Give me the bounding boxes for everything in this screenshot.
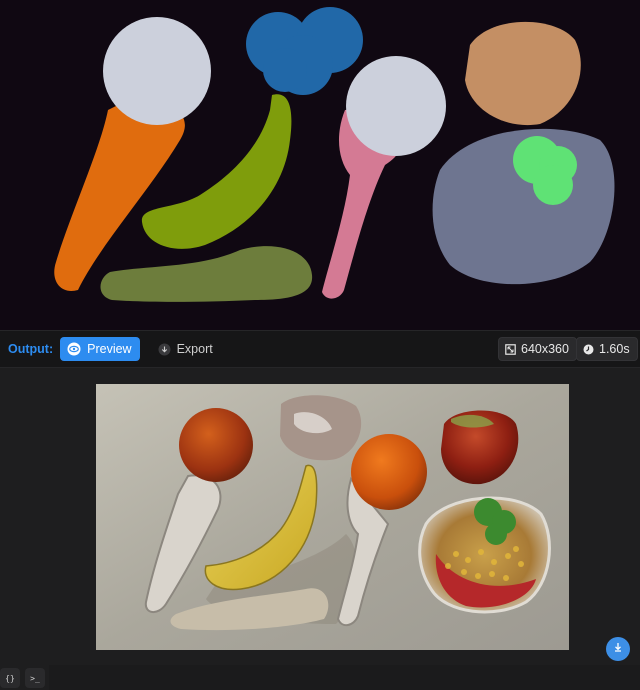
generated-image	[96, 384, 569, 650]
time-value: 1.60s	[599, 342, 630, 356]
download-icon	[158, 343, 171, 356]
segmentation-drawing[interactable]	[0, 0, 640, 330]
json-toggle-button[interactable]: {}	[0, 668, 20, 688]
preview-tab-label: Preview	[87, 342, 132, 356]
output-preview-area	[0, 369, 640, 665]
left-orange	[179, 408, 253, 482]
download-button[interactable]	[606, 637, 630, 661]
preview-tab[interactable]: Preview	[60, 337, 140, 361]
clock-icon	[583, 344, 594, 355]
app-window: Output: Preview Export 640x360 1.60s {} …	[0, 0, 640, 690]
resolution-value: 640x360	[521, 342, 569, 356]
braces-icon: {}	[5, 673, 15, 683]
bottom-bar: {} >_	[0, 665, 640, 690]
white-circle-left	[103, 17, 211, 125]
terminal-icon: >_	[30, 673, 40, 683]
aspect-ratio-icon	[505, 343, 516, 355]
segmentation-canvas[interactable]	[0, 0, 640, 330]
eye-icon	[67, 342, 81, 356]
export-tab-label: Export	[176, 342, 213, 356]
download-icon	[612, 640, 624, 658]
white-circle-right	[346, 56, 446, 156]
resolution-badge: 640x360	[498, 337, 577, 361]
export-tab[interactable]: Export	[152, 337, 219, 361]
output-label: Output:	[8, 342, 54, 356]
bottom-bar-fill	[49, 665, 640, 690]
terminal-toggle-button[interactable]: >_	[25, 668, 45, 688]
generated-image-drawing	[96, 384, 569, 650]
right-orange	[351, 434, 427, 510]
time-badge: 1.60s	[576, 337, 638, 361]
